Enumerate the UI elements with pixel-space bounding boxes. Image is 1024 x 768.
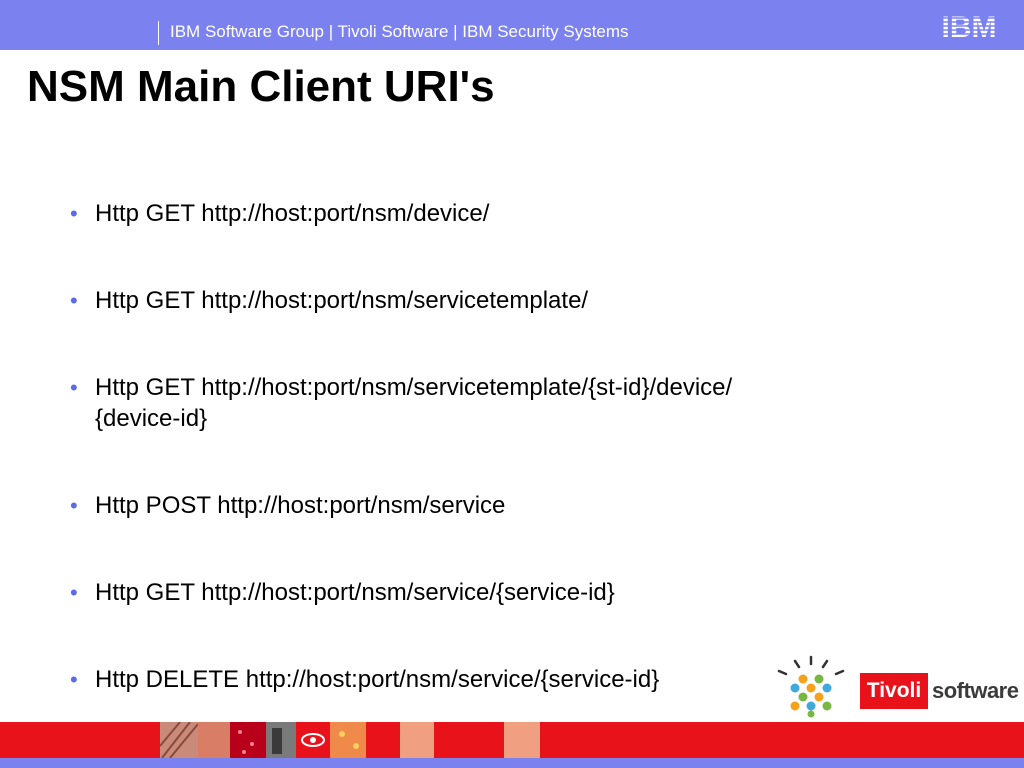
header-separator bbox=[158, 21, 159, 45]
list-item-text: Http GET http://host:port/nsm/servicetem… bbox=[95, 374, 733, 432]
list-item-text: Http GET http://host:port/nsm/device/ bbox=[95, 200, 490, 227]
bullet-dot-icon: • bbox=[70, 201, 78, 226]
footer-bar bbox=[0, 758, 1024, 768]
bullet-dot-icon: • bbox=[70, 667, 78, 692]
list-item: • Http GET http://host:port/nsm/service/… bbox=[66, 577, 786, 608]
list-item: • Http DELETE http://host:port/nsm/servi… bbox=[66, 664, 786, 695]
bullet-dot-icon: • bbox=[70, 580, 78, 605]
header-breadcrumb: IBM Software Group | Tivoli Software | I… bbox=[170, 22, 629, 41]
footer-photo-strip bbox=[160, 722, 540, 758]
bullet-dot-icon: • bbox=[70, 493, 78, 518]
bullet-dot-icon: • bbox=[70, 375, 78, 400]
list-item: • Http POST http://host:port/nsm/service bbox=[66, 490, 786, 521]
list-item-text: Http POST http://host:port/nsm/service bbox=[95, 492, 506, 519]
list-item: • Http GET http://host:port/nsm/servicet… bbox=[66, 372, 786, 434]
tivoli-software-logo: Tivoli software bbox=[860, 673, 1019, 709]
bullet-dot-icon: • bbox=[70, 288, 78, 313]
list-item: • Http GET http://host:port/nsm/device/ bbox=[66, 198, 786, 229]
ibm-logo: IBM bbox=[932, 11, 1006, 44]
software-wordmark: software bbox=[932, 678, 1019, 703]
bullet-list: • Http GET http://host:port/nsm/device/ … bbox=[66, 198, 786, 751]
list-item-text: Http GET http://host:port/nsm/service/{s… bbox=[95, 579, 615, 606]
tivoli-smarter-planet-icon bbox=[777, 655, 845, 718]
page-title: NSM Main Client URI's bbox=[27, 62, 495, 111]
list-item-text: Http DELETE http://host:port/nsm/service… bbox=[95, 666, 660, 693]
list-item-text: Http GET http://host:port/nsm/servicetem… bbox=[95, 287, 589, 314]
ibm-logo-text: IBM bbox=[942, 11, 997, 44]
tivoli-wordmark: Tivoli bbox=[860, 673, 928, 709]
list-item: • Http GET http://host:port/nsm/servicet… bbox=[66, 285, 786, 316]
